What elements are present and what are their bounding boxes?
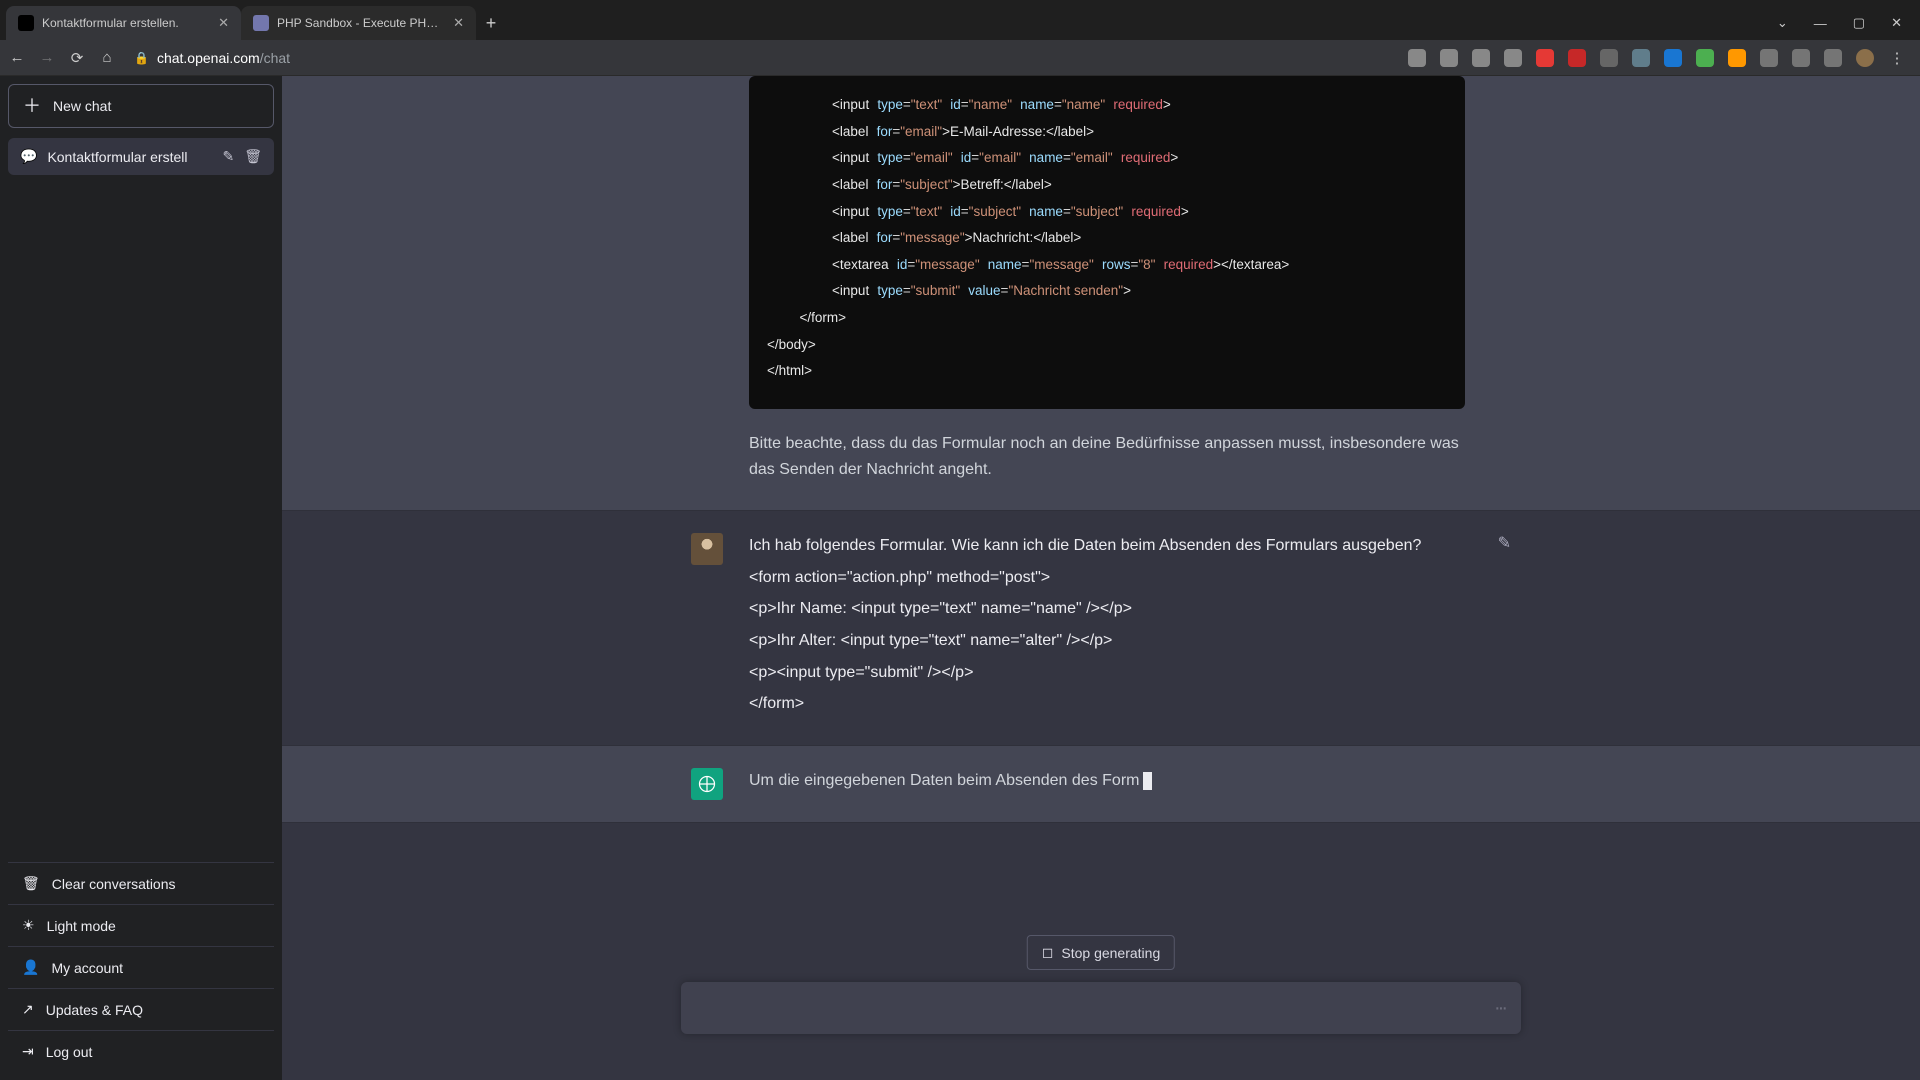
user-code-line: <p><input type="submit" /></p>	[749, 660, 1472, 686]
extension-icon[interactable]	[1664, 49, 1682, 67]
edit-icon[interactable]: ✎	[1498, 533, 1511, 723]
abp-extension-icon[interactable]	[1536, 49, 1554, 67]
user-text: Ich hab folgendes Formular. Wie kann ich…	[749, 533, 1472, 559]
cursor-icon	[1143, 772, 1152, 790]
url-path: /chat	[260, 50, 290, 66]
light-mode-toggle[interactable]: ☀ Light mode	[8, 904, 274, 946]
new-chat-button[interactable]: ＋ New chat	[8, 84, 274, 128]
minimize-icon[interactable]: —	[1814, 16, 1827, 31]
plus-icon: ＋	[23, 97, 41, 115]
conversation-item[interactable]: 💬 Kontaktformular erstell ✎ 🗑	[8, 138, 274, 175]
assistant-turn: <input type="text" id="name" name="name"…	[282, 76, 1920, 511]
conversation-title: Kontaktformular erstell	[47, 149, 212, 165]
clear-conversations[interactable]: 🗑 Clear conversations	[8, 862, 274, 904]
back-icon[interactable]: ←	[8, 49, 26, 67]
chat-input[interactable]: ···	[681, 982, 1521, 1034]
chevron-down-icon[interactable]: ⌄	[1777, 15, 1788, 31]
address-bar: ← → ⟳ ⌂ 🔒 chat.openai.com/chat ⋮	[0, 40, 1920, 76]
ublock-extension-icon[interactable]	[1568, 49, 1586, 67]
share-icon[interactable]	[1472, 49, 1490, 67]
close-icon[interactable]: ✕	[218, 15, 229, 31]
new-tab-button[interactable]: +	[476, 6, 506, 40]
stop-icon: ◻	[1042, 944, 1054, 961]
puzzle-icon[interactable]	[1792, 49, 1810, 67]
tab-title: Kontaktformular erstellen.	[42, 16, 210, 30]
tab-strip: Kontaktformular erstellen. ✕ PHP Sandbox…	[0, 6, 506, 40]
sidebar: ＋ New chat 💬 Kontaktformular erstell ✎ 🗑…	[0, 76, 282, 1080]
url-field[interactable]: 🔒 chat.openai.com/chat	[128, 50, 1396, 66]
menu-icon[interactable]: ⋮	[1888, 49, 1906, 67]
favicon	[18, 15, 34, 31]
zoom-icon[interactable]	[1440, 49, 1458, 67]
sun-icon: ☀	[22, 917, 35, 934]
extension-icon[interactable]	[1728, 49, 1746, 67]
user-code-line: <p>Ihr Name: <input type="text" name="na…	[749, 596, 1472, 622]
user-icon: 👤	[22, 959, 39, 976]
maximize-icon[interactable]: ▢	[1853, 15, 1865, 31]
url-domain: chat.openai.com	[157, 50, 260, 66]
user-avatar	[691, 533, 723, 565]
lock-icon: 🔒	[134, 51, 149, 65]
globe-extension-icon[interactable]	[1632, 49, 1650, 67]
logout-icon: ⇥	[22, 1043, 34, 1060]
logout[interactable]: ⇥ Log out	[8, 1030, 274, 1072]
browser-titlebar: Kontaktformular erstellen. ✕ PHP Sandbox…	[0, 0, 1920, 40]
stop-generating-button[interactable]: ◻ Stop generating	[1027, 935, 1175, 970]
code-block: <input type="text" id="name" name="name"…	[749, 76, 1465, 409]
assistant-turn-streaming: Um die eingegebenen Daten beim Absenden …	[282, 745, 1920, 823]
bookmark-icon[interactable]	[1504, 49, 1522, 67]
favicon	[253, 15, 269, 31]
updates-faq[interactable]: ↗ Updates & FAQ	[8, 988, 274, 1030]
window-controls: ⌄ — ▢ ✕	[1777, 6, 1920, 40]
new-chat-label: New chat	[53, 98, 111, 114]
chat-main: <input type="text" id="name" name="name"…	[282, 76, 1920, 1080]
tab-1[interactable]: Kontaktformular erstellen. ✕	[6, 6, 241, 40]
tab-2[interactable]: PHP Sandbox - Execute PHP cod ✕	[241, 6, 476, 40]
my-account[interactable]: 👤 My account	[8, 946, 274, 988]
assistant-text: Bitte beachte, dass du das Formular noch…	[749, 431, 1465, 482]
assistant-avatar	[691, 768, 723, 800]
trash-icon: 🗑	[22, 875, 40, 892]
extension-icon[interactable]	[1600, 49, 1618, 67]
link-icon: ↗	[22, 1001, 34, 1018]
tab-title: PHP Sandbox - Execute PHP cod	[277, 16, 445, 30]
extension-icon[interactable]	[1696, 49, 1714, 67]
close-window-icon[interactable]: ✕	[1891, 15, 1902, 31]
home-icon[interactable]: ⌂	[98, 49, 116, 67]
assistant-text: Um die eingegebenen Daten beim Absenden …	[749, 772, 1139, 789]
edit-icon[interactable]: ✎	[222, 148, 234, 165]
sidepanel-icon[interactable]	[1824, 49, 1842, 67]
user-code-line: <form action="action.php" method="post">	[749, 565, 1472, 591]
translate-icon[interactable]	[1408, 49, 1426, 67]
send-icon[interactable]: ···	[1494, 997, 1505, 1020]
close-icon[interactable]: ✕	[453, 15, 464, 31]
profile-avatar-icon[interactable]	[1856, 49, 1874, 67]
reload-icon[interactable]: ⟳	[68, 49, 86, 67]
extension-tray: ⋮	[1408, 49, 1912, 67]
chat-icon: 💬	[20, 148, 37, 165]
extension-icon[interactable]	[1760, 49, 1778, 67]
forward-icon[interactable]: →	[38, 49, 56, 67]
trash-icon[interactable]: 🗑	[244, 148, 262, 165]
user-code-line: </form>	[749, 691, 1472, 717]
user-turn: Ich hab folgendes Formular. Wie kann ich…	[282, 511, 1920, 745]
user-code-line: <p>Ihr Alter: <input type="text" name="a…	[749, 628, 1472, 654]
